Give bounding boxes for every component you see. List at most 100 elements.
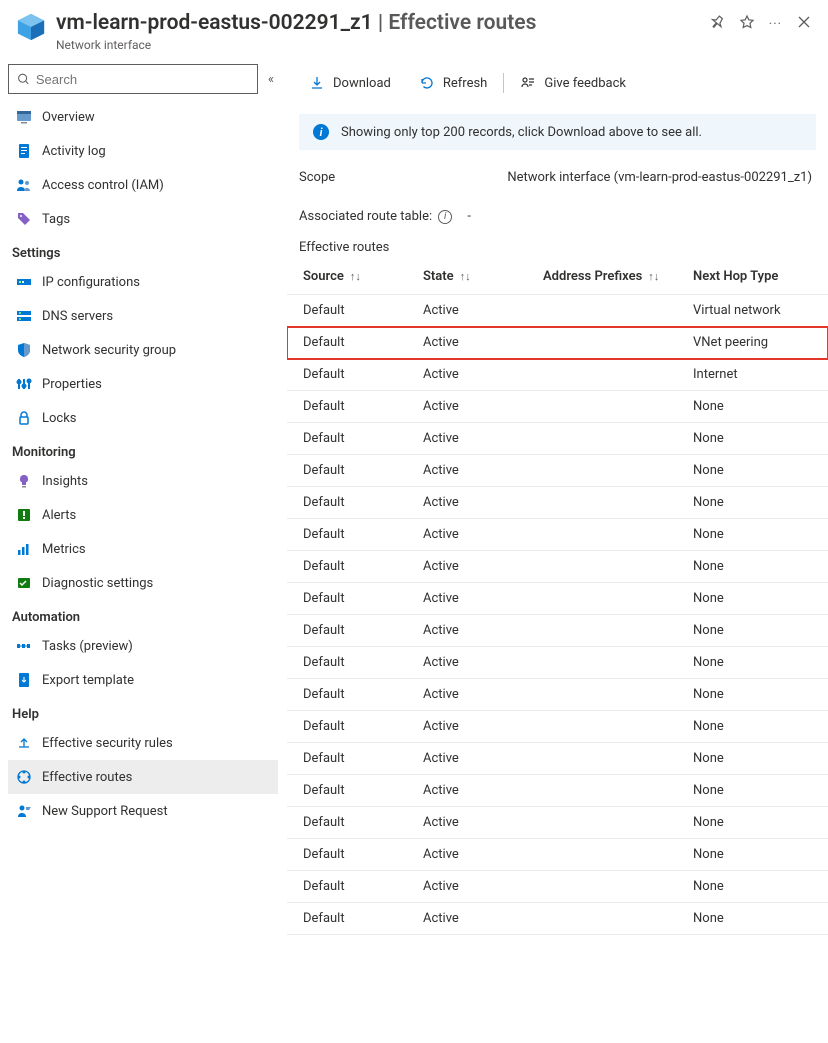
- table-row[interactable]: DefaultActiveNone: [287, 679, 828, 711]
- pin-icon[interactable]: [709, 14, 725, 34]
- cell-nexthop: None: [677, 807, 828, 839]
- page-title: vm-learn-prod-eastus-002291_z1 | Effecti…: [56, 10, 699, 37]
- close-icon[interactable]: [796, 14, 812, 34]
- table-row[interactable]: DefaultActiveNone: [287, 775, 828, 807]
- sidebar-item-tasks[interactable]: Tasks (preview): [8, 629, 278, 663]
- cell-state: Active: [407, 487, 527, 519]
- sidebar-item-metrics[interactable]: Metrics: [8, 532, 278, 566]
- metrics-icon: [16, 541, 32, 557]
- sidebar-item-iam[interactable]: Access control (IAM): [8, 168, 278, 202]
- locks-icon: [16, 410, 32, 426]
- table-row[interactable]: DefaultActiveNone: [287, 807, 828, 839]
- table-row[interactable]: DefaultActiveNone: [287, 391, 828, 423]
- cell-prefixes: [527, 615, 677, 647]
- sidebar-item-props[interactable]: Properties: [8, 367, 278, 401]
- table-row[interactable]: DefaultActiveNone: [287, 583, 828, 615]
- refresh-icon: [419, 75, 435, 91]
- table-row[interactable]: DefaultActiveNone: [287, 455, 828, 487]
- info-banner: i Showing only top 200 records, click Do…: [299, 114, 816, 150]
- sidebar-item-label: Alerts: [42, 508, 76, 523]
- effsec-icon: [16, 735, 32, 751]
- tags-icon: [16, 211, 32, 227]
- favorite-icon[interactable]: [739, 14, 755, 34]
- cell-nexthop: None: [677, 583, 828, 615]
- sidebar-item-support[interactable]: New Support Request: [8, 794, 278, 828]
- blade-header: vm-learn-prod-eastus-002291_z1 | Effecti…: [0, 0, 828, 58]
- cell-source: Default: [287, 711, 407, 743]
- cell-prefixes: [527, 775, 677, 807]
- cell-state: Active: [407, 551, 527, 583]
- info-tooltip-icon[interactable]: i: [438, 210, 452, 224]
- cell-nexthop: None: [677, 519, 828, 551]
- props-icon: [16, 376, 32, 392]
- refresh-button[interactable]: Refresh: [405, 66, 501, 100]
- toolbar: Download Refresh Give feedback: [287, 66, 828, 100]
- table-row[interactable]: DefaultActiveNone: [287, 871, 828, 903]
- sidebar-item-effroutes[interactable]: Effective routes: [8, 760, 278, 794]
- cell-nexthop: None: [677, 743, 828, 775]
- cell-prefixes: [527, 391, 677, 423]
- cell-source: Default: [287, 807, 407, 839]
- sidebar-item-label: Tasks (preview): [42, 639, 133, 654]
- cell-nexthop: None: [677, 551, 828, 583]
- sidebar-item-label: DNS servers: [42, 309, 113, 324]
- cell-source: Default: [287, 519, 407, 551]
- cell-source: Default: [287, 743, 407, 775]
- cell-prefixes: [527, 423, 677, 455]
- cell-source: Default: [287, 583, 407, 615]
- cell-prefixes: [527, 839, 677, 871]
- sidebar-item-locks[interactable]: Locks: [8, 401, 278, 435]
- table-row[interactable]: DefaultActiveVirtual network: [287, 295, 828, 327]
- column-header-nexthop[interactable]: Next Hop Type: [677, 261, 828, 295]
- sidebar-item-label: New Support Request: [42, 804, 168, 819]
- sidebar-item-label: Metrics: [42, 542, 86, 557]
- table-row[interactable]: DefaultActiveNone: [287, 839, 828, 871]
- sidebar-item-activity[interactable]: Activity log: [8, 134, 278, 168]
- sidebar-item-label: Locks: [42, 411, 77, 426]
- sidebar-item-diag[interactable]: Diagnostic settings: [8, 566, 278, 600]
- table-row[interactable]: DefaultActiveNone: [287, 903, 828, 935]
- cell-prefixes: [527, 647, 677, 679]
- sidebar-item-export[interactable]: Export template: [8, 663, 278, 697]
- cell-prefixes: [527, 807, 677, 839]
- sidebar-item-dns[interactable]: DNS servers: [8, 299, 278, 333]
- column-header-source[interactable]: Source↑↓: [287, 261, 407, 295]
- column-header-state[interactable]: State↑↓: [407, 261, 527, 295]
- sidebar-item-ipconfig[interactable]: IP configurations: [8, 265, 278, 299]
- table-row[interactable]: DefaultActive None: [287, 743, 828, 775]
- cell-state: Active: [407, 327, 527, 359]
- alerts-icon: [16, 507, 32, 523]
- download-button[interactable]: Download: [295, 66, 405, 100]
- cell-state: Active: [407, 423, 527, 455]
- sidebar-item-overview[interactable]: Overview: [8, 100, 278, 134]
- sidebar-item-alerts[interactable]: Alerts: [8, 498, 278, 532]
- table-row[interactable]: DefaultActiveVNet peering: [287, 327, 828, 359]
- feedback-button[interactable]: Give feedback: [506, 66, 640, 100]
- table-row[interactable]: DefaultActiveNone: [287, 551, 828, 583]
- table-row[interactable]: DefaultActiveNone: [287, 519, 828, 551]
- cell-prefixes: [527, 679, 677, 711]
- cell-prefixes: [527, 455, 677, 487]
- table-row[interactable]: DefaultActiveNone: [287, 711, 828, 743]
- more-icon[interactable]: ···: [769, 17, 782, 32]
- table-row[interactable]: DefaultActiveNone: [287, 647, 828, 679]
- cell-state: Active: [407, 359, 527, 391]
- cell-state: Active: [407, 743, 527, 775]
- cell-state: Active: [407, 295, 527, 327]
- cell-prefixes: [527, 583, 677, 615]
- sidebar-item-insights[interactable]: Insights: [8, 464, 278, 498]
- search-input[interactable]: [8, 64, 258, 94]
- table-row[interactable]: DefaultActiveNone: [287, 615, 828, 647]
- sidebar-item-nsg[interactable]: Network security group: [8, 333, 278, 367]
- collapse-sidebar-icon[interactable]: «: [264, 68, 278, 91]
- sidebar-item-effsec[interactable]: Effective security rules: [8, 726, 278, 760]
- sidebar-item-tags[interactable]: Tags: [8, 202, 278, 236]
- table-row[interactable]: DefaultActiveNone: [287, 423, 828, 455]
- column-header-prefixes[interactable]: Address Prefixes↑↓: [527, 261, 677, 295]
- cell-nexthop: None: [677, 839, 828, 871]
- cell-nexthop: Virtual network: [677, 295, 828, 327]
- nsg-icon: [16, 342, 32, 358]
- table-row[interactable]: DefaultActiveNone: [287, 487, 828, 519]
- cell-nexthop: VNet peering: [677, 327, 828, 359]
- table-row[interactable]: DefaultActiveInternet: [287, 359, 828, 391]
